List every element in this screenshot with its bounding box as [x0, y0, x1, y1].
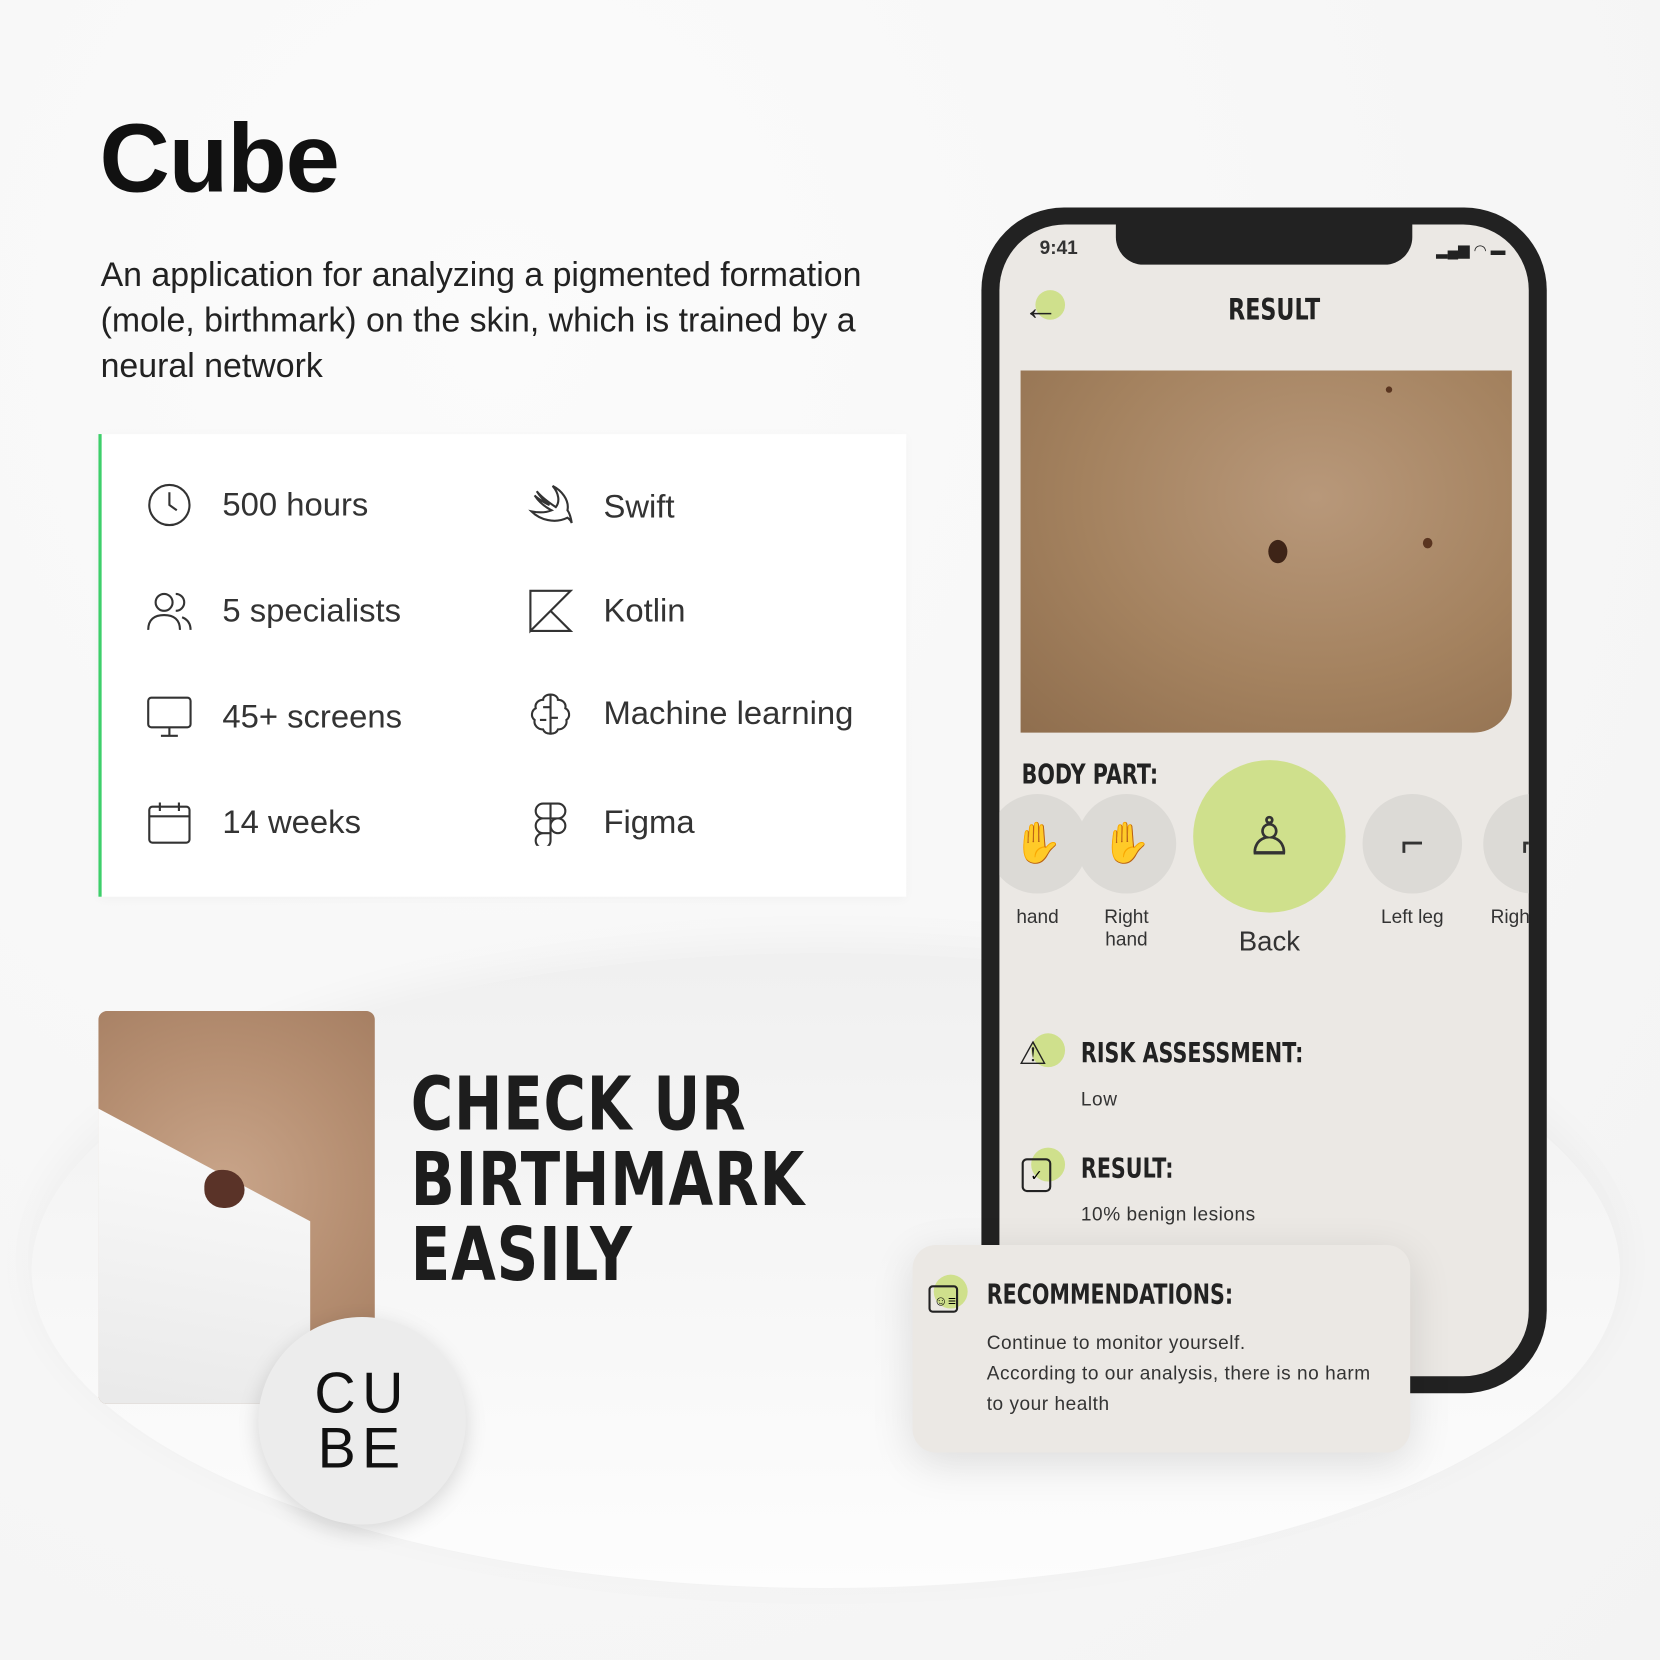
- body-part-text: hand: [1016, 906, 1059, 928]
- risk-value: Low: [1080, 1088, 1118, 1110]
- body-part-text: Left leg: [1381, 906, 1444, 928]
- slogan-line: BIRTHMARK: [410, 1135, 806, 1223]
- feature-label: Machine learning: [603, 694, 854, 732]
- status-icons: ▂▄▆ ◠ ▬: [1436, 241, 1506, 259]
- description: An application for analyzing a pigmented…: [100, 255, 862, 385]
- users-icon: [147, 592, 192, 630]
- hand-icon: ✋: [999, 794, 1088, 894]
- body-part-left-leg[interactable]: ⌐ Left leg: [1361, 794, 1463, 928]
- slogan-line: CHECK UR: [410, 1060, 747, 1148]
- features-card: 500 hours Swift 5 specialists Kotlin 45+…: [98, 434, 907, 897]
- back-icon: ♙: [1193, 760, 1346, 913]
- feature-swift: Swift: [527, 484, 675, 531]
- result-label: RESULT:: [1080, 1152, 1174, 1185]
- figma-icon: [534, 802, 567, 846]
- feature-label: 14 weeks: [222, 803, 361, 841]
- screen-title: RESULT: [1228, 292, 1321, 328]
- feature-label: Figma: [603, 803, 695, 841]
- warning-icon: ⚠: [1018, 1036, 1047, 1072]
- feature-label: Swift: [603, 488, 675, 526]
- stage: Cube An application for analyzing a pigm…: [0, 0, 1660, 1660]
- slogan: CHECK UR BIRTHMARK EASILY: [411, 1067, 805, 1293]
- feature-label: 500 hours: [222, 485, 369, 523]
- body-part-text: Right hand: [1104, 906, 1149, 950]
- status-time: 9:41: [1039, 237, 1078, 259]
- result-value: 10% benign lesions: [1080, 1203, 1256, 1225]
- kotlin-icon: [529, 589, 574, 634]
- feature-weeks: 14 weeks: [146, 799, 361, 846]
- feature-specialists: 5 specialists: [146, 588, 401, 635]
- recommendation-line: Continue to monitor yourself.: [986, 1331, 1246, 1354]
- swift-icon: [528, 484, 573, 524]
- feature-ml: Machine learning: [527, 690, 853, 737]
- body-part-right-hand[interactable]: ✋ Right hand: [1076, 794, 1178, 951]
- phone-mockup: 9:41 ▂▄▆ ◠ ▬ ← RESULT BODY PART: ✋ hand ✋…: [981, 207, 1547, 1394]
- feature-figma: Figma: [527, 799, 695, 846]
- id-card-icon: ☺≡: [928, 1285, 959, 1313]
- recommendation-line: to your health: [986, 1393, 1110, 1415]
- feature-hours: 500 hours: [146, 482, 368, 529]
- recommendations-label: RECOMMENDATIONS:: [986, 1278, 1234, 1311]
- body-part-text: Back: [1238, 925, 1300, 958]
- feature-kotlin: Kotlin: [527, 588, 686, 635]
- feature-screens: 45+ screens: [146, 693, 402, 740]
- cube-sticker-logo: CU BE: [258, 1317, 466, 1525]
- foot-icon: ⌐: [1362, 794, 1463, 894]
- phone-screen: 9:41 ▂▄▆ ◠ ▬ ← RESULT BODY PART: ✋ hand ✋…: [999, 224, 1529, 1377]
- feature-label: Kotlin: [603, 591, 686, 629]
- page-title: Cube: [99, 104, 340, 213]
- back-arrow-icon[interactable]: ←: [1023, 290, 1059, 326]
- body-part-text: Righ: [1490, 906, 1529, 928]
- monitor-icon: [147, 696, 192, 737]
- body-part-back[interactable]: ♙ Back: [1193, 760, 1346, 958]
- body-part-right-leg[interactable]: ⌐ Righ: [1482, 794, 1529, 928]
- risk-label: RISK ASSESSMENT:: [1080, 1037, 1304, 1070]
- clipboard-check-icon: ✓: [1021, 1158, 1052, 1193]
- calendar-icon: [148, 802, 191, 844]
- feature-label: 5 specialists: [222, 591, 402, 629]
- hand-icon: ✋: [1076, 794, 1177, 894]
- feature-label: 45+ screens: [222, 697, 403, 735]
- skin-photo: [1020, 370, 1512, 733]
- brain-icon: [530, 693, 571, 735]
- foot-icon: ⌐: [1483, 794, 1529, 894]
- notch: [1115, 224, 1413, 265]
- recommendations-text: Continue to monitor yourself. According …: [987, 1328, 1371, 1420]
- slogan-line: EASILY: [410, 1211, 633, 1298]
- recommendations-card: ☺≡ RECOMMENDATIONS: Continue to monitor …: [912, 1245, 1411, 1453]
- clock-icon: [148, 483, 191, 527]
- body-part-label: BODY PART:: [1021, 759, 1159, 791]
- recommendation-line: According to our analysis, there is no h…: [986, 1362, 1371, 1384]
